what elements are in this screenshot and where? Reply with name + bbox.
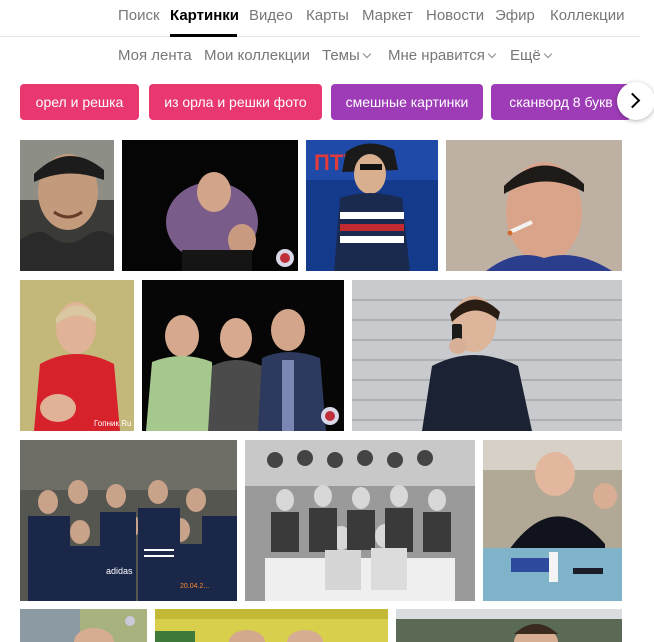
subnav-my-feed[interactable]: Моя лента bbox=[118, 47, 192, 64]
tab-maps[interactable]: Карты bbox=[306, 7, 349, 24]
active-tab-underline bbox=[170, 34, 237, 37]
photo-date-text: 20.04.2... bbox=[180, 583, 209, 590]
suggestion-chip[interactable]: из орла и решки фото bbox=[149, 84, 322, 120]
suggestion-chip[interactable]: орел и решка bbox=[20, 84, 139, 120]
subnav-themes-label: Темы bbox=[322, 47, 360, 64]
chevron-down-icon bbox=[543, 49, 552, 59]
image-thumbnail[interactable] bbox=[245, 440, 475, 601]
tab-news[interactable]: Новости bbox=[426, 7, 484, 24]
tab-video[interactable]: Видео bbox=[249, 7, 293, 24]
image-thumbnail[interactable]: ПТУ bbox=[306, 140, 438, 271]
image-thumbnail[interactable] bbox=[483, 440, 622, 601]
image-thumbnail[interactable]: adidas 20.04.2... bbox=[20, 440, 237, 601]
image-thumbnail[interactable] bbox=[352, 280, 622, 431]
suggestion-chip[interactable]: смешные картинки bbox=[331, 84, 483, 120]
image-thumbnail[interactable] bbox=[446, 140, 622, 271]
tab-search[interactable]: Поиск bbox=[118, 7, 160, 24]
subnav-my-collections[interactable]: Мои коллекции bbox=[204, 47, 310, 64]
image-thumbnail[interactable]: Гопник.Ru bbox=[20, 280, 134, 431]
suggestions-next-button[interactable] bbox=[617, 82, 654, 120]
subnav-more-label: Ещё bbox=[510, 47, 541, 64]
watermark-text: Гопник.Ru bbox=[94, 419, 131, 428]
suggestion-chip[interactable]: сканворд 8 букв bbox=[491, 84, 631, 120]
tab-efir[interactable]: Эфир bbox=[495, 7, 535, 24]
subnav-themes[interactable]: Темы bbox=[322, 47, 372, 64]
jacket-brand-text: adidas bbox=[106, 566, 133, 576]
image-thumbnail[interactable] bbox=[142, 280, 344, 431]
chevron-down-icon bbox=[487, 49, 497, 59]
subnav-likes-label: Мне нравится bbox=[388, 47, 485, 64]
subnav-more[interactable]: Ещё bbox=[510, 47, 552, 64]
tab-market[interactable]: Маркет bbox=[362, 7, 413, 24]
search-tabs: Поиск Картинки Видео Карты Маркет Новост… bbox=[0, 0, 640, 37]
image-thumbnail[interactable] bbox=[20, 140, 114, 271]
chevron-right-icon bbox=[624, 92, 641, 109]
chevron-down-icon bbox=[362, 49, 372, 59]
image-thumbnail[interactable] bbox=[20, 609, 147, 642]
subnav-likes[interactable]: Мне нравится bbox=[388, 47, 497, 64]
tab-images[interactable]: Картинки bbox=[170, 7, 239, 24]
image-thumbnail[interactable] bbox=[396, 609, 622, 642]
image-thumbnail[interactable] bbox=[155, 609, 388, 642]
image-thumbnail[interactable] bbox=[122, 140, 298, 271]
tab-collections[interactable]: Коллекции bbox=[550, 7, 625, 24]
